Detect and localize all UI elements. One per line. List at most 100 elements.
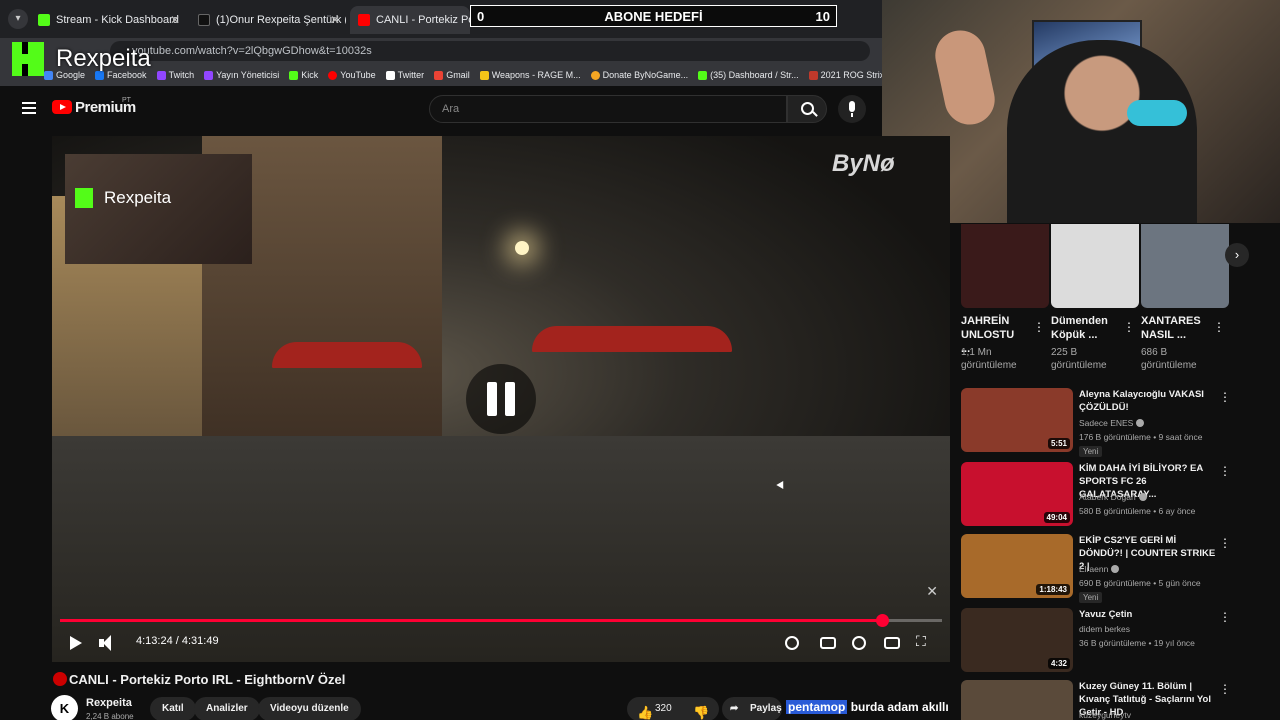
google-icon (44, 70, 53, 80)
bookmark-yayin-yoneticisi[interactable]: Yayın Yöneticisi (204, 70, 279, 80)
recommendation-channel: kuzeyguneytv (1079, 710, 1131, 720)
duration-badge: 5:51 (1047, 438, 1070, 449)
goal-target: 10 (815, 9, 830, 24)
recommendation-item[interactable]: 5:51 Aleyna Kalaycıoğlu VAKASI ÇÖZÜLDÜ! … (961, 388, 1261, 457)
tab-youtube-active[interactable]: CANLI - Portekiz Porto I (350, 6, 470, 34)
bookmark-gmail[interactable]: Gmail (434, 70, 470, 80)
short-thumbnail[interactable] (961, 224, 1049, 308)
bookmark-donate[interactable]: Donate ByNoGame... (590, 70, 688, 80)
recommendation-item[interactable]: 1:18:43 EKİP CS2'YE GERİ Mİ DÖNDÜ?! | CO… (961, 534, 1261, 603)
twitch-icon (204, 70, 214, 80)
short-thumbnail[interactable] (1051, 224, 1139, 308)
share-button[interactable]: ➦ Paylaş (722, 697, 782, 720)
recommendation-meta: 580 B görüntüleme • 6 ay önce (1079, 506, 1196, 516)
rog-icon (808, 70, 818, 80)
goal-label: ABONE HEDEFİ (604, 9, 703, 24)
scene-umbrella (532, 326, 732, 352)
x-watermark-icon: ✕ (926, 583, 938, 599)
recommendation-title[interactable]: Yavuz Çetin (1079, 608, 1219, 621)
channel-avatar[interactable] (51, 695, 78, 720)
recommendation-channel: didem berkes (1079, 624, 1131, 634)
voice-search-icon[interactable] (838, 95, 866, 123)
verified-icon (1136, 419, 1145, 427)
short-thumbnail[interactable] (1141, 224, 1229, 308)
more-options-icon[interactable]: ⋮ (1219, 390, 1231, 404)
video-thumbnail[interactable]: 5:51 (961, 388, 1073, 452)
short-title[interactable]: Dümenden Köpük ... (1051, 314, 1119, 342)
verified-icon (1111, 565, 1120, 573)
settings-gear-icon[interactable] (852, 636, 866, 650)
youtube-logo-icon[interactable] (52, 100, 72, 114)
more-options-icon[interactable]: ⋮ (1219, 536, 1231, 550)
subscriber-goal-overlay: 0 ABONE HEDEFİ 10 (470, 5, 837, 27)
recommendation-item[interactable]: Kuzey Güney 11. Bölüm | Kıvanç Tatlıtuğ … (961, 680, 1261, 720)
close-tab-icon[interactable]: ✕ (170, 6, 180, 34)
video-thumbnail[interactable] (961, 680, 1073, 720)
bookmark-twitch[interactable]: Twitch (156, 70, 194, 80)
recommendation-item[interactable]: 4:32 Yavuz Çetin didem berkes 36 B görün… (961, 608, 1261, 676)
like-icon[interactable]: 👍 (637, 701, 653, 720)
bookmark-rog-strix[interactable]: 2021 ROG Strix G17... (808, 70, 882, 80)
bookmark-kick[interactable]: Kick (289, 70, 318, 80)
tab-kick-dashboard[interactable]: Stream - Kick Dashboard ✕ (30, 6, 186, 34)
recommendation-item[interactable]: 49:04 KİM DAHA İYİ BİLİYOR? EA SPORTS FC… (961, 462, 1261, 530)
kick-icon (289, 70, 299, 80)
streamer-name-overlay: Rexpeita (56, 45, 151, 72)
gmail-icon (434, 70, 444, 80)
analytics-button[interactable]: Analizler (194, 697, 260, 720)
bookmark-weapons[interactable]: Weapons - RAGE M... (479, 70, 581, 80)
inset-streamer-name: Rexpeita (104, 188, 172, 207)
recommendation-meta: 690 B görüntüleme • 5 gün önce (1079, 578, 1201, 588)
url-field[interactable]: youtube.com/watch?v=2lQbgwGDhow&t=10032s (110, 41, 870, 61)
search-icon[interactable] (787, 95, 827, 123)
video-player[interactable]: Rexpeita ByNø ✕ 4:13:24 / 4:31:49 ⛶ (52, 136, 950, 662)
share-icon: ➦ (730, 703, 739, 714)
duration-badge: 1:18:43 (1036, 584, 1070, 595)
video-thumbnail[interactable]: 1:18:43 (961, 534, 1073, 598)
shorts-shelf: JAHREİN UNLOSTU ... Dümenden Köpük ... X… (961, 224, 1249, 374)
more-options-icon[interactable]: ⋮ (1213, 320, 1225, 334)
edit-video-button[interactable]: Videoyu düzenle (258, 697, 361, 720)
streamer-figure (1007, 40, 1197, 223)
pause-icon[interactable] (466, 364, 536, 434)
more-options-icon[interactable]: ⋮ (1219, 682, 1231, 696)
progress-bar[interactable] (60, 614, 942, 627)
dislike-icon[interactable]: 👎 (693, 701, 709, 720)
short-title[interactable]: XANTARES NASIL ... (1141, 314, 1201, 342)
subtitles-icon[interactable] (820, 637, 836, 649)
more-options-icon[interactable]: ⋮ (1219, 610, 1231, 624)
close-tab-icon[interactable]: ✕ (330, 6, 340, 34)
next-arrow-icon[interactable]: › (1225, 243, 1249, 267)
video-streamer-inset: Rexpeita (65, 154, 252, 264)
recommendation-title[interactable]: Aleyna Kalaycıoğlu VAKASI ÇÖZÜLDÜ! (1079, 388, 1219, 414)
x-icon (385, 70, 395, 80)
channel-name[interactable]: Rexpeita (86, 697, 132, 709)
volume-icon[interactable] (96, 633, 116, 653)
bookmark-dashboard[interactable]: (35) Dashboard / Str... (698, 70, 799, 80)
play-icon[interactable] (64, 633, 84, 653)
scene-umbrella (272, 342, 422, 368)
youtube-header: Premium PT Ara (0, 86, 882, 132)
donor-name: pentamop (786, 700, 848, 714)
join-button[interactable]: Katıl (150, 697, 196, 720)
more-options-icon[interactable]: ⋮ (1219, 464, 1231, 478)
fullscreen-icon[interactable]: ⛶ (916, 633, 936, 653)
kick-favicon-icon (38, 14, 50, 26)
bookmark-twitter[interactable]: Twitter (385, 70, 424, 80)
tab-search-button[interactable]: ▾ (8, 9, 28, 29)
menu-icon[interactable] (22, 102, 36, 114)
recommendations-sidebar: JAHREİN UNLOSTU ... Dümenden Köpük ... X… (950, 224, 1280, 720)
like-count: 320 (655, 703, 672, 714)
tab-tiktok[interactable]: (1)Onur Rexpeita Şentürk (@re ✕ (190, 6, 346, 34)
region-code: PT (122, 97, 131, 104)
theater-mode-icon[interactable] (884, 637, 900, 649)
video-thumbnail[interactable]: 49:04 (961, 462, 1073, 526)
recommendation-channel: Sadece ENES (1079, 418, 1145, 428)
search-input[interactable]: Ara (429, 95, 787, 123)
more-options-icon[interactable]: ⋮ (1123, 320, 1135, 334)
kick-logo-icon (12, 42, 44, 76)
more-options-icon[interactable]: ⋮ (1033, 320, 1045, 334)
video-thumbnail[interactable]: 4:32 (961, 608, 1073, 672)
bookmark-youtube[interactable]: YouTube (328, 70, 376, 80)
autoplay-toggle-icon[interactable] (785, 636, 799, 650)
